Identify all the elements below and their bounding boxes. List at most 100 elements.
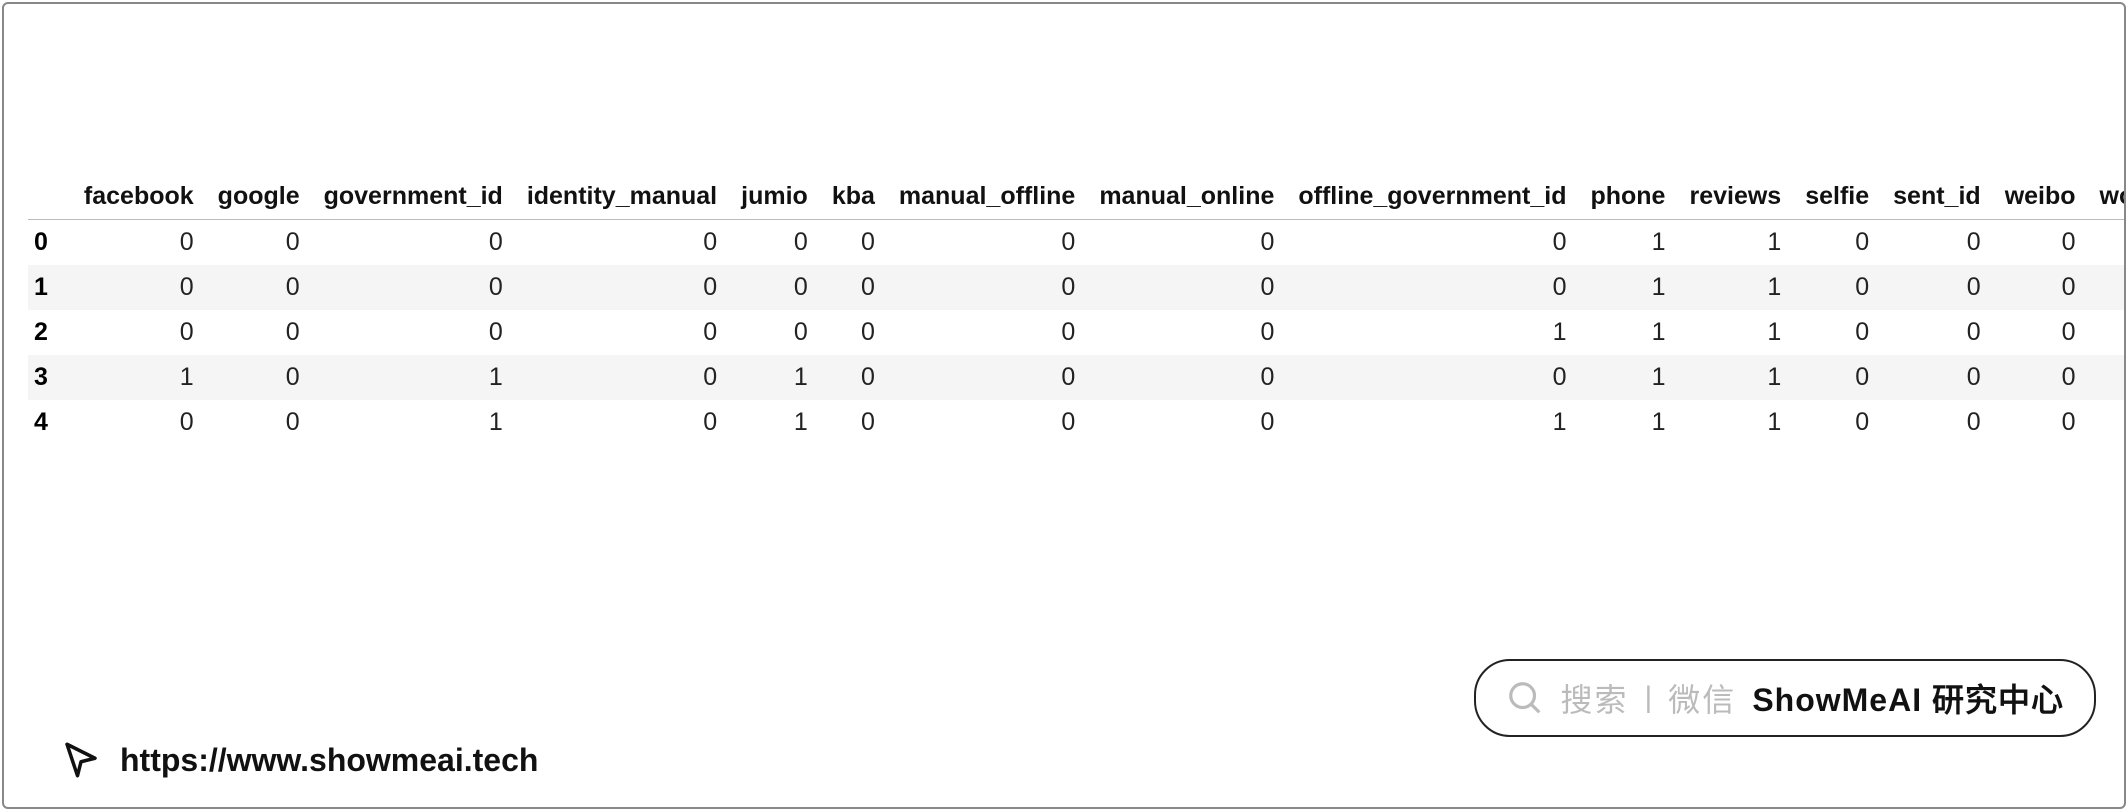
cell: 0: [515, 220, 729, 266]
table-body: 0000000000110001000000000110002000000001…: [28, 220, 2124, 446]
cell: 0: [1993, 310, 2088, 355]
index-header: [28, 174, 72, 220]
cell: 0: [1881, 355, 1993, 400]
cell: 0: [1793, 220, 1881, 266]
cell: 0: [1993, 220, 2088, 266]
cell: 0: [1793, 355, 1881, 400]
content-frame: facebook google government_id identity_m…: [2, 2, 2126, 809]
divider: |: [1645, 681, 1653, 715]
cell: 1: [1677, 400, 1793, 445]
col-header: weibo: [1993, 174, 2088, 220]
search-badge: 搜索 | 微信 ShowMeAI 研究中心: [1474, 659, 2096, 737]
cell: 1: [729, 400, 820, 445]
cell: 0: [729, 220, 820, 266]
col-header: selfie: [1793, 174, 1881, 220]
cell: 0: [1793, 265, 1881, 310]
cell: 0: [1087, 310, 1286, 355]
cell: 0: [1993, 400, 2088, 445]
cell: 0: [729, 265, 820, 310]
search-hint: 搜索: [1560, 675, 1628, 721]
cell: 0: [820, 265, 887, 310]
cell: 0: [820, 355, 887, 400]
col-header: offline_government_id: [1286, 174, 1578, 220]
cell: 1: [72, 355, 206, 400]
cell: 1: [1578, 310, 1677, 355]
cell: 0: [206, 220, 312, 266]
cell: 0: [1087, 220, 1286, 266]
search-icon: [1506, 679, 1544, 717]
cell: 0: [820, 400, 887, 445]
col-header: phone: [1578, 174, 1677, 220]
cell: 0: [1793, 310, 1881, 355]
cell: 0: [1286, 265, 1578, 310]
table-row: 200000000111000: [28, 310, 2124, 355]
cell: [2088, 310, 2124, 355]
col-header: google: [206, 174, 312, 220]
cell: 0: [887, 265, 1087, 310]
col-header: sent_id: [1881, 174, 1993, 220]
cursor-icon: [60, 739, 102, 781]
cell: 0: [1087, 400, 1286, 445]
cell: 1: [312, 355, 515, 400]
cell: 0: [515, 265, 729, 310]
col-header: manual_online: [1087, 174, 1286, 220]
cell: [2088, 220, 2124, 266]
col-header: kba: [820, 174, 887, 220]
cell: 1: [1286, 400, 1578, 445]
row-index: 1: [28, 265, 72, 310]
cell: 1: [1677, 310, 1793, 355]
cell: 1: [1578, 265, 1677, 310]
cell: 1: [1677, 265, 1793, 310]
cell: 0: [206, 310, 312, 355]
row-index: 4: [28, 400, 72, 445]
footer-link: https://www.showmeai.tech: [60, 739, 538, 781]
cell: 0: [72, 310, 206, 355]
cell: 0: [887, 355, 1087, 400]
cell: 0: [887, 310, 1087, 355]
cell: 1: [1578, 400, 1677, 445]
cell: 0: [515, 400, 729, 445]
cell: 0: [515, 355, 729, 400]
col-header: facebook: [72, 174, 206, 220]
cell: 0: [72, 220, 206, 266]
cell: 0: [206, 265, 312, 310]
cell: [2088, 265, 2124, 310]
cell: [2088, 355, 2124, 400]
cell: 0: [820, 310, 887, 355]
cell: 0: [72, 400, 206, 445]
cell: 0: [1881, 310, 1993, 355]
cell: 0: [1793, 400, 1881, 445]
table-row: 000000000011000: [28, 220, 2124, 266]
cell: 0: [1087, 355, 1286, 400]
cell: 0: [887, 220, 1087, 266]
col-header: identity_manual: [515, 174, 729, 220]
cell: 1: [312, 400, 515, 445]
cell: 1: [1677, 220, 1793, 266]
cell: 0: [820, 220, 887, 266]
cell: 0: [1881, 265, 1993, 310]
cell: 0: [206, 400, 312, 445]
cell: 1: [729, 355, 820, 400]
dataframe-table: facebook google government_id identity_m…: [28, 174, 2124, 445]
table-row: 400101000111000: [28, 400, 2124, 445]
search-sub: 微信: [1668, 675, 1736, 721]
footer-url: https://www.showmeai.tech: [120, 742, 538, 779]
col-header: jumio: [729, 174, 820, 220]
cell: 1: [1578, 355, 1677, 400]
cell: 0: [1087, 265, 1286, 310]
cell: 0: [729, 310, 820, 355]
cell: 0: [1993, 355, 2088, 400]
cell: 0: [1286, 355, 1578, 400]
cell: 0: [1286, 220, 1578, 266]
cell: 0: [312, 220, 515, 266]
row-index: 3: [28, 355, 72, 400]
col-header: work_em: [2088, 174, 2124, 220]
brand-name: ShowMeAI 研究中心: [1752, 675, 2064, 721]
cell: 1: [1286, 310, 1578, 355]
cell: 1: [1578, 220, 1677, 266]
cell: 0: [206, 355, 312, 400]
row-index: 2: [28, 310, 72, 355]
col-header: reviews: [1677, 174, 1793, 220]
row-index: 0: [28, 220, 72, 266]
cell: 0: [72, 265, 206, 310]
